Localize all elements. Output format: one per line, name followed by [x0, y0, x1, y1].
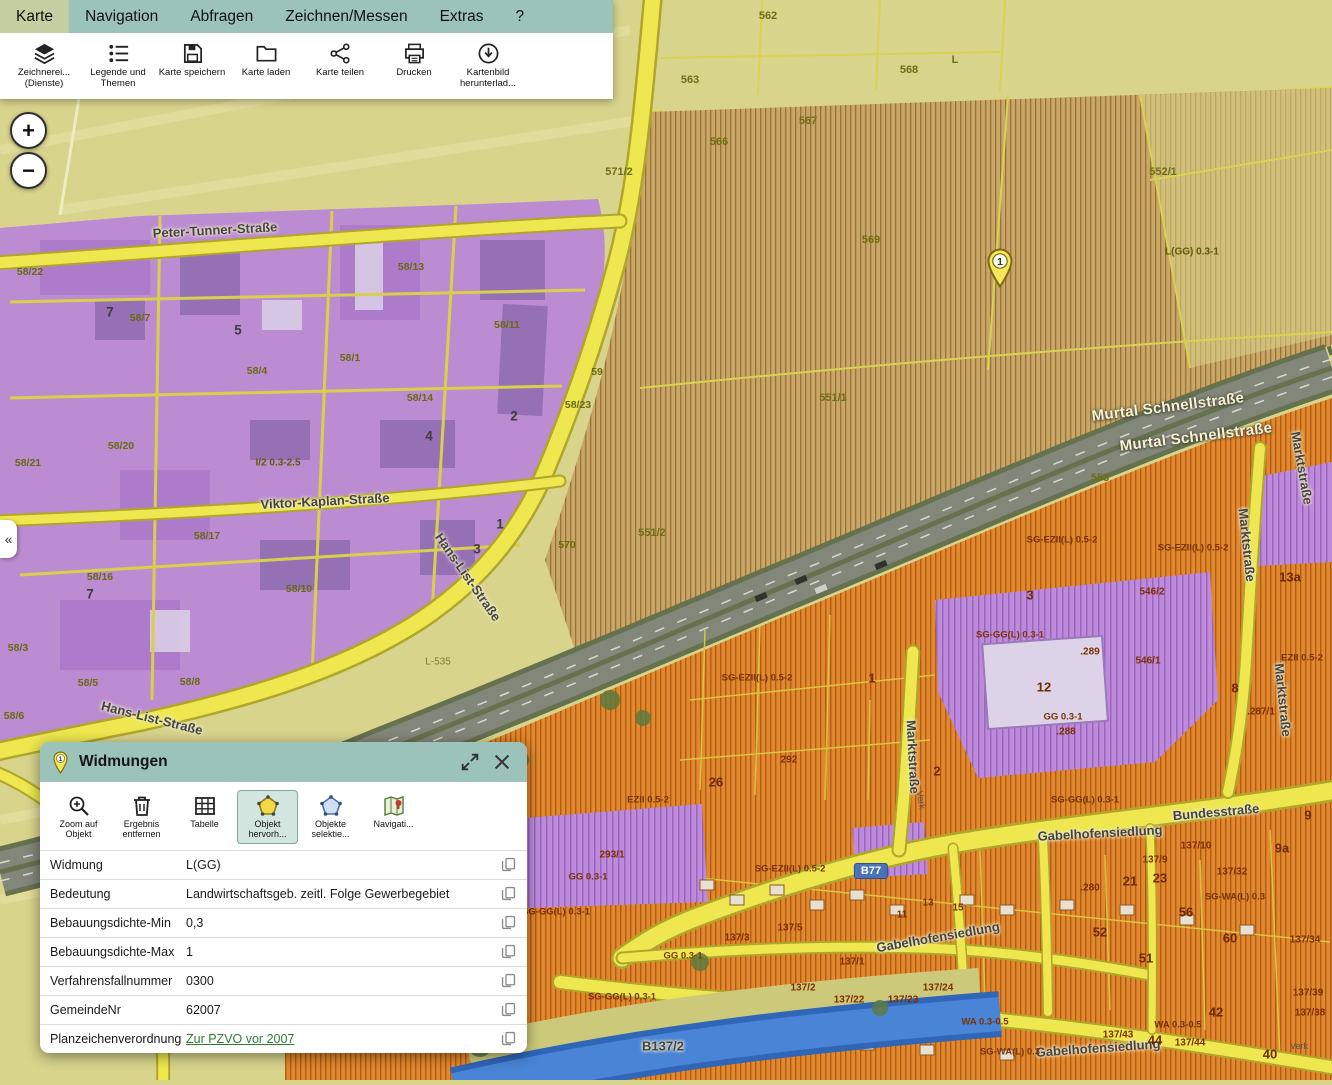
download-icon	[477, 42, 500, 65]
share-icon	[329, 42, 352, 65]
attribute-key: Planzeichenverordnung	[50, 1032, 186, 1046]
zoom-controls: + −	[10, 112, 47, 189]
polygon-select-icon	[319, 794, 343, 818]
tool-label: Karte teilen	[316, 68, 364, 79]
menu-item-zeichnen-messen[interactable]: Zeichnen/Messen	[269, 0, 423, 33]
copy-icon	[500, 1030, 517, 1047]
attribute-key: Bedeutung	[50, 887, 186, 901]
attribute-key: GemeindeNr	[50, 1003, 186, 1017]
menu-item-navigation[interactable]: Navigation	[69, 0, 174, 33]
table-icon	[193, 794, 217, 818]
attribute-value: 1	[186, 945, 495, 959]
close-panel-button[interactable]	[491, 751, 513, 773]
panel-tool-label: Objekt hervorh...	[239, 820, 296, 840]
tool-label: Kartenbild herunterlad...	[452, 68, 524, 90]
menu-item-karte[interactable]: Karte	[0, 0, 69, 33]
attribute-row: Bebauungsdichte-Max1	[40, 937, 527, 966]
attribute-table: WidmungL(GG)BedeutungLandwirtschaftsgeb.…	[40, 850, 527, 1053]
attribute-value: Zur PZVO vor 2007	[186, 1032, 495, 1046]
attribute-key: Widmung	[50, 858, 186, 872]
attribute-value: Landwirtschaftsgeb. zeitl. Folge Gewerbe…	[186, 887, 495, 901]
panel-marker-number: 1	[59, 755, 63, 762]
attribute-row: PlanzeichenverordnungZur PZVO vor 2007	[40, 1024, 527, 1053]
panel-tool-objekte-selektieren[interactable]: Objekte selektie...	[300, 790, 361, 844]
sidebar-collapse-handle[interactable]: «	[0, 520, 17, 558]
copy-value-button[interactable]	[495, 885, 521, 902]
copy-value-button[interactable]	[495, 943, 521, 960]
panel-tool-label: Objekte selektie...	[302, 820, 359, 840]
legend-icon	[107, 42, 130, 65]
copy-value-button[interactable]	[495, 972, 521, 989]
widmungen-panel: 1 Widmungen Zoom auf Objekt Ergebnis entf…	[40, 742, 527, 1053]
panel-title: Widmungen	[79, 753, 449, 771]
attribute-row: WidmungL(GG)	[40, 850, 527, 879]
attribute-row: Bebauungsdichte-Min0,3	[40, 908, 527, 937]
tool-label: Karte laden	[242, 68, 291, 79]
marker-number: 1	[997, 256, 1003, 268]
copy-value-button[interactable]	[495, 1030, 521, 1047]
zoom-object-icon	[67, 794, 91, 818]
menu-item-hilfe[interactable]: ?	[500, 0, 541, 33]
panel-tool-label: Tabelle	[190, 820, 219, 830]
trash-icon	[130, 794, 154, 818]
legende-button[interactable]: Legende und Themen	[82, 39, 154, 90]
attribute-value: 0,3	[186, 916, 495, 930]
menu-item-abfragen[interactable]: Abfragen	[174, 0, 269, 33]
panel-tool-navigation[interactable]: Navigati...	[363, 790, 424, 844]
copy-icon	[500, 1001, 517, 1018]
panel-toolbar: Zoom auf Objekt Ergebnis entfernen Tabelle…	[40, 782, 527, 850]
polygon-highlight-icon	[256, 794, 280, 818]
panel-tool-label: Ergebnis entfernen	[113, 820, 170, 840]
folder-icon	[255, 42, 278, 65]
save-icon	[181, 42, 204, 65]
attribute-key: Bebauungsdichte-Min	[50, 916, 186, 930]
dienste-button[interactable]: Zeichnerei... (Dienste)	[8, 39, 80, 90]
navigate-icon	[382, 794, 406, 818]
panel-tool-objekt-hervorheben[interactable]: Objekt hervorh...	[237, 790, 298, 844]
result-marker-pin[interactable]: 1	[985, 248, 1015, 293]
copy-icon	[500, 972, 517, 989]
attribute-value: 0300	[186, 974, 495, 988]
menu-bar: KarteNavigationAbfragenZeichnen/MessenEx…	[0, 0, 613, 33]
attribute-key: Bebauungsdichte-Max	[50, 945, 186, 959]
menu-item-extras[interactable]: Extras	[424, 0, 500, 33]
app-bar: KarteNavigationAbfragenZeichnen/MessenEx…	[0, 0, 613, 99]
karte-teilen-button[interactable]: Karte teilen	[304, 39, 376, 90]
copy-icon	[500, 914, 517, 931]
panel-tool-label: Zoom auf Objekt	[50, 820, 107, 840]
panel-tool-label: Navigati...	[373, 820, 413, 830]
attribute-key: Verfahrensfallnummer	[50, 974, 186, 988]
panel-tool-tabelle[interactable]: Tabelle	[174, 790, 235, 844]
drucken-button[interactable]: Drucken	[378, 39, 450, 90]
panel-header: 1 Widmungen	[40, 742, 527, 782]
expand-panel-button[interactable]	[459, 751, 481, 773]
layers-icon	[33, 42, 56, 65]
zoom-out-button[interactable]: −	[10, 152, 47, 189]
attribute-row: GemeindeNr62007	[40, 995, 527, 1024]
marker-icon: 1	[52, 751, 69, 774]
copy-value-button[interactable]	[495, 856, 521, 873]
print-icon	[403, 42, 426, 65]
tool-label: Drucken	[396, 68, 431, 79]
karte-speichern-button[interactable]: Karte speichern	[156, 39, 228, 90]
copy-icon	[500, 885, 517, 902]
karte-laden-button[interactable]: Karte laden	[230, 39, 302, 90]
tool-label: Karte speichern	[159, 68, 226, 79]
main-toolbar: Zeichnerei... (Dienste)Legende und Theme…	[0, 33, 613, 99]
attribute-row: Verfahrensfallnummer0300	[40, 966, 527, 995]
panel-tool-ergebnis-entfernen[interactable]: Ergebnis entfernen	[111, 790, 172, 844]
attribute-value: L(GG)	[186, 858, 495, 872]
copy-icon	[500, 943, 517, 960]
copy-value-button[interactable]	[495, 1001, 521, 1018]
tool-label: Zeichnerei... (Dienste)	[8, 68, 80, 90]
panel-tool-zoom-auf-objekt[interactable]: Zoom auf Objekt	[48, 790, 109, 844]
attribute-value: 62007	[186, 1003, 495, 1017]
pzvo-link[interactable]: Zur PZVO vor 2007	[186, 1032, 294, 1046]
kartenbild-button[interactable]: Kartenbild herunterlad...	[452, 39, 524, 90]
attribute-row: BedeutungLandwirtschaftsgeb. zeitl. Folg…	[40, 879, 527, 908]
zoom-in-button[interactable]: +	[10, 112, 47, 149]
copy-value-button[interactable]	[495, 914, 521, 931]
tool-label: Legende und Themen	[82, 68, 154, 90]
copy-icon	[500, 856, 517, 873]
